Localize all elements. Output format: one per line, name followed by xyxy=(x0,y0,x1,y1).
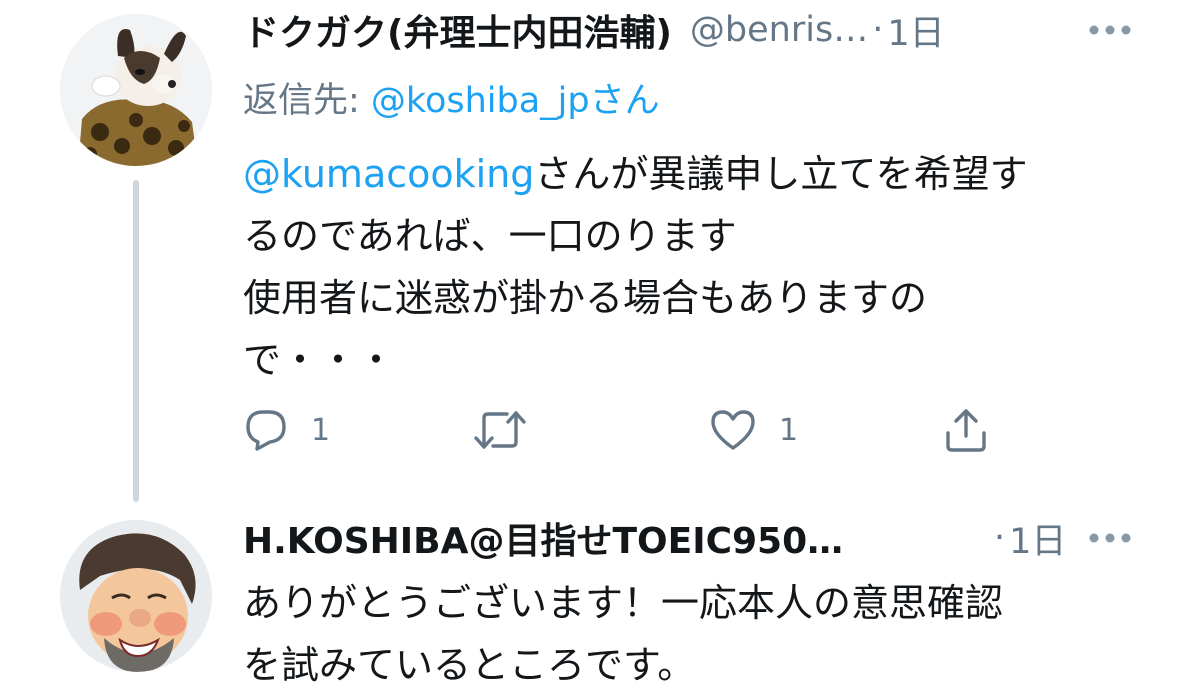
avatar[interactable] xyxy=(60,14,212,166)
tweet-text-line-3: 使用者に迷惑が掛かる場合もありますの xyxy=(243,276,928,320)
avatar[interactable] xyxy=(60,520,212,672)
tweet-1[interactable]: ドクガク(弁理士内田浩輔) @benris… · 1日 返信先: @koshib… xyxy=(0,0,1200,510)
tweet-text-line-4: で・・・ xyxy=(243,338,396,382)
timestamp[interactable]: 1日 xyxy=(887,5,944,56)
thread-connector-line xyxy=(133,180,139,502)
tweet-text: ありがとうございます！一応本人の意思確認 を試みているところです。 xyxy=(243,572,1003,696)
more-icon[interactable] xyxy=(1080,510,1140,566)
tweet-text-line-1-rest: さんが異議申し立てを希望す xyxy=(534,152,1028,196)
retweet-button[interactable] xyxy=(473,400,527,460)
more-icon[interactable] xyxy=(1080,2,1140,58)
tweet-header: ドクガク(弁理士内田浩輔) @benris… · 1日 xyxy=(243,2,945,58)
chihuahua-avatar-image xyxy=(60,14,212,166)
share-button[interactable] xyxy=(943,400,989,460)
reply-count: 1 xyxy=(311,412,331,448)
reply-to-prefix: 返信先: xyxy=(243,81,371,121)
tweet-2[interactable]: H.KOSHIBA@目指せTOEIC950… · 1日 ありがとうございます！一… xyxy=(0,510,1200,687)
heart-icon xyxy=(711,410,755,450)
retweet-icon xyxy=(474,411,526,449)
display-name[interactable]: ドクガク(弁理士内田浩輔) xyxy=(243,4,672,56)
separator-dot: · xyxy=(994,518,1006,558)
reply-to-line: 返信先: @koshiba_jpさん xyxy=(243,72,660,123)
tweet-text-line-2: るのであれば、一口のります xyxy=(243,214,737,258)
like-button[interactable]: 1 xyxy=(709,400,798,460)
like-count: 1 xyxy=(779,412,799,448)
timestamp[interactable]: 1日 xyxy=(1009,513,1066,564)
tweet-actions: 1 1 xyxy=(243,400,1003,460)
tweet-text-line-2: を試みているところです。 xyxy=(243,643,696,687)
share-icon xyxy=(946,409,986,452)
tweet-meta: · 1日 xyxy=(990,510,1066,566)
caricature-avatar-image xyxy=(60,520,212,672)
separator-dot: · xyxy=(872,10,884,50)
tweet-header: H.KOSHIBA@目指せTOEIC950… xyxy=(243,510,843,566)
mention-link[interactable]: @kumacooking xyxy=(243,152,534,196)
reply-to-mention[interactable]: @koshiba_jpさん xyxy=(371,81,660,121)
tweet-text: @kumacookingさんが異議申し立てを希望す るのであれば、一口のります … xyxy=(243,143,1028,391)
tweet-text-line-1: @kumacookingさんが異議申し立てを希望す xyxy=(243,143,1028,205)
user-handle[interactable]: @benris… xyxy=(690,10,868,50)
reply-icon xyxy=(246,410,286,451)
tweet-text-line-1: ありがとうございます！一応本人の意思確認 xyxy=(243,581,1004,625)
display-name[interactable]: H.KOSHIBA@目指せTOEIC950… xyxy=(243,512,843,564)
reply-button[interactable]: 1 xyxy=(243,400,330,460)
